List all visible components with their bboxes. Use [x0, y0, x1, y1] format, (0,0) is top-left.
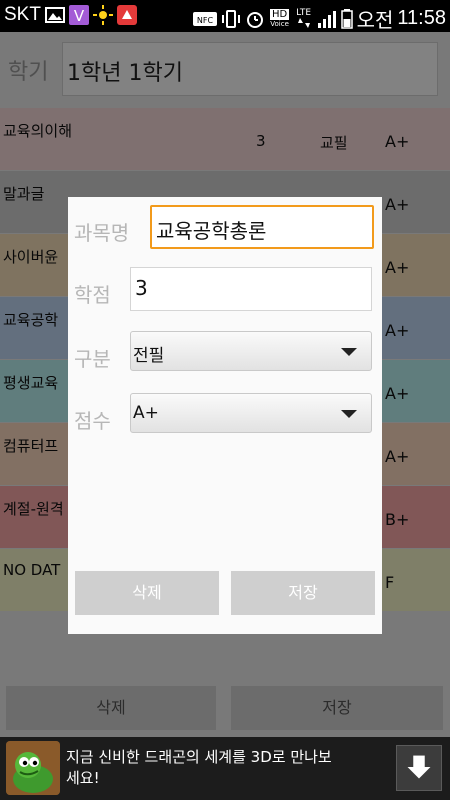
dialog-delete-button[interactable]: 삭제	[75, 571, 219, 615]
notification-app-icon	[116, 5, 137, 25]
nfc-icon: NFC	[192, 11, 217, 26]
grade-select[interactable]: A+	[130, 393, 372, 433]
carrier-name: SKT	[4, 4, 41, 25]
app-v-icon: V	[68, 5, 89, 25]
subject-label: 과목명	[74, 221, 130, 245]
category-select-value: 전필	[133, 346, 165, 366]
lte-icon: LTE	[295, 9, 313, 28]
status-bar: SKT V NFC HD Voice LTE 오전 11:58	[0, 0, 450, 32]
category-select[interactable]: 전필	[130, 331, 372, 371]
battery-icon	[340, 8, 353, 29]
dropdown-caret-icon	[341, 348, 357, 356]
ad-banner[interactable]: 지금 신비한 드래곤의 세계를 3D로 만나보세요!	[0, 737, 450, 800]
ad-text: 지금 신비한 드래곤의 세계를 3D로 만나보세요!	[66, 748, 332, 787]
svg-text:NFC: NFC	[197, 16, 214, 25]
hd-voice-icon: HD Voice	[269, 9, 290, 28]
dialog-save-button[interactable]: 저장	[231, 571, 375, 615]
gallery-icon	[44, 7, 65, 23]
category-label: 구분	[74, 347, 111, 371]
alarm-icon	[246, 11, 263, 28]
grade-select-value: A+	[133, 403, 159, 423]
subject-input[interactable]: 교육공학총론	[150, 205, 374, 249]
download-icon	[407, 755, 431, 779]
dropdown-caret-icon	[341, 410, 357, 418]
signal-icon	[317, 10, 336, 28]
vibrate-icon	[221, 9, 240, 28]
edit-course-dialog: 과목명 교육공학총론 학점 3 구분 전필 점수 A+ 삭제 저장	[68, 197, 382, 634]
weather-sun-icon	[92, 5, 113, 25]
credit-input[interactable]: 3	[130, 267, 372, 311]
dragon-ad-image	[6, 741, 60, 795]
clock: 11:58	[397, 7, 446, 29]
svg-text:V: V	[74, 7, 85, 25]
ad-download-button[interactable]	[396, 745, 442, 791]
status-left: SKT V	[4, 4, 137, 26]
grade-label: 점수	[74, 409, 111, 433]
status-right: NFC HD Voice LTE 오전 11:58	[192, 4, 446, 33]
am-pm-label: 오전	[356, 10, 394, 32]
credit-label: 학점	[74, 283, 111, 307]
